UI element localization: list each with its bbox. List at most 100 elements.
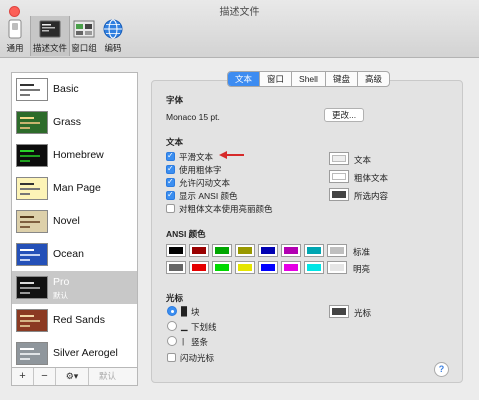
cursor-color-well[interactable] [329,305,349,318]
profile-thumbnail [16,276,48,299]
blink-cursor-checkbox[interactable] [167,353,176,362]
text-heading: 文本 [166,137,184,147]
ansi-bright-magenta-well[interactable] [281,261,301,274]
remove-profile-button[interactable]: − [34,368,56,385]
profile-item-novel[interactable]: Novel [12,205,137,238]
use-bold-fonts-label: 使用粗体字 [179,165,222,175]
bright-colors-for-bold-label: 对粗体文本使用亮丽颜色 [179,204,273,214]
ansi-bright-cyan-well[interactable] [304,261,324,274]
profile-thumbnail [16,111,48,134]
help-button[interactable]: ? [434,362,449,377]
cursor-block-label: 块 [191,307,200,317]
globe-icon [103,19,123,39]
profile-item-red-sands[interactable]: Red Sands [12,304,137,337]
tab-text[interactable]: 文本 [228,72,261,86]
cursor-underline-label: 下划线 [191,322,217,332]
smooth-text-checkbox[interactable] [166,151,175,161]
cursor-vertical-bar-radio[interactable] [167,336,177,346]
profile-thumbnail [16,210,48,233]
profile-item-grass[interactable]: Grass [12,106,137,139]
window-titlebar: 描述文件 通用 描述文件 窗口组 编码 [0,0,479,58]
profile-thumbnail [16,309,48,332]
profile-name: Homebrew [53,149,104,161]
ansi-bright-red-well[interactable] [189,261,209,274]
profile-name: Red Sands [53,314,105,326]
ansi-normal-green-well[interactable] [212,244,232,257]
toolbar-encodings-button[interactable]: 编码 [101,16,125,56]
set-default-button[interactable]: 默认 [99,368,116,385]
add-profile-button[interactable]: + [12,368,34,385]
ansi-normal-label: 标准 [353,247,371,257]
profile-thumbnail [16,144,48,167]
profile-name: Pro [53,276,70,288]
profile-actions-gear-button[interactable]: ⚙▾ [56,368,89,385]
profile-thumbnail [16,78,48,101]
bold-text-color-well[interactable] [329,170,349,183]
switch-icon [8,19,22,39]
settings-tabs: 文本 窗口 Shell 键盘 高级 [227,71,390,87]
profile-thumbnail [16,177,48,200]
cursor-block-radio[interactable] [167,306,177,316]
ansi-bright-blue-well[interactable] [258,261,278,274]
ansi-normal-blue-well[interactable] [258,244,278,257]
profile-thumbnail [16,243,48,266]
ansi-bright-black-well[interactable] [166,261,186,274]
profile-item-pro[interactable]: Pro 默认 [12,271,137,304]
ansi-colors-heading: ANSI 颜色 [166,229,206,239]
cursor-color-label: 光标 [354,308,372,318]
ansi-bright-green-well[interactable] [212,261,232,274]
toolbar-window-groups-button[interactable]: 窗口组 [70,16,98,56]
tab-window[interactable]: 窗口 [260,72,293,86]
profile-item-ocean[interactable]: Ocean [12,238,137,271]
cursor-block-glyph: █ [181,306,188,316]
ansi-normal-black-well[interactable] [166,244,186,257]
cursor-vertical-bar-label: 竖条 [191,337,209,347]
ansi-normal-white-well[interactable] [327,244,347,257]
cursor-underline-radio[interactable] [167,321,177,331]
profile-item-basic[interactable]: Basic [12,73,137,106]
selection-color-well[interactable] [329,188,349,201]
toolbar-profiles-button[interactable]: 描述文件 [30,16,70,56]
bright-colors-for-bold-checkbox[interactable] [166,204,175,213]
profile-name: Man Page [53,182,101,194]
toolbar-encodings-label: 编码 [104,43,122,53]
allow-blinking-text-label: 允许闪动文本 [179,178,231,188]
ansi-normal-red-well[interactable] [189,244,209,257]
toolbar-window-groups-label: 窗口组 [71,43,97,53]
toolbar-general-label: 通用 [6,43,24,53]
annotation-arrow-icon [219,151,244,159]
profile-item-silver-aerogel[interactable]: Silver Aerogel [12,337,137,367]
use-bold-fonts-checkbox[interactable] [166,164,175,174]
profile-item-man-page[interactable]: Man Page [12,172,137,205]
selection-color-label: 所选内容 [354,191,389,201]
window-group-icon [73,20,95,38]
ansi-normal-cyan-well[interactable] [304,244,324,257]
cursor-vertical-bar-glyph: | [182,336,185,346]
profile-name: Grass [53,116,82,128]
tab-shell[interactable]: Shell [292,72,326,86]
change-font-button[interactable]: 更改... [324,108,365,122]
tab-keyboard[interactable]: 键盘 [326,72,358,86]
ansi-normal-yellow-well[interactable] [235,244,255,257]
ansi-bright-white-well[interactable] [327,261,347,274]
text-color-label: 文本 [354,155,372,165]
ansi-bright-yellow-well[interactable] [235,261,255,274]
smooth-text-label: 平滑文本 [179,152,214,162]
ansi-normal-magenta-well[interactable] [281,244,301,257]
profile-thumbnail [16,342,48,365]
profile-list[interactable]: Basic Grass Homebrew Man Page Novel Ocea… [11,72,138,368]
text-color-well[interactable] [329,152,349,165]
profile-terminal-icon [39,20,61,38]
profile-name: Basic [53,83,79,95]
allow-blinking-text-checkbox[interactable] [166,177,175,187]
font-heading: 字体 [166,95,184,105]
profile-name: Silver Aerogel [53,347,118,359]
show-ansi-colors-checkbox[interactable] [166,190,175,200]
profile-item-homebrew[interactable]: Homebrew [12,139,137,172]
toolbar-general-button[interactable]: 通用 [3,16,27,56]
ansi-bright-label: 明亮 [353,264,371,274]
toolbar-profiles-label: 描述文件 [32,43,67,53]
cursor-underline-glyph: ▁ [181,321,188,331]
tab-advanced[interactable]: 高级 [358,72,389,86]
show-ansi-colors-label: 显示 ANSI 颜色 [179,191,238,201]
